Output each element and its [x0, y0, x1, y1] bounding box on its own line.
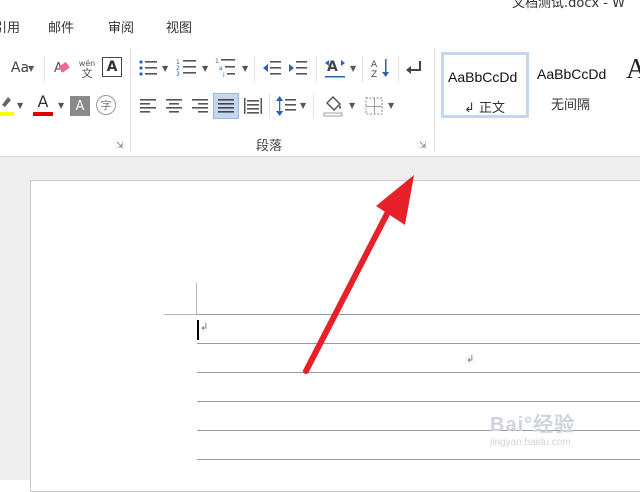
- watermark-brand: Bai°经验: [490, 414, 576, 436]
- baidu-watermark: Bai°经验 jingyan.baidu.com: [490, 408, 575, 448]
- watermark-url: jingyan.baidu.com: [490, 437, 571, 448]
